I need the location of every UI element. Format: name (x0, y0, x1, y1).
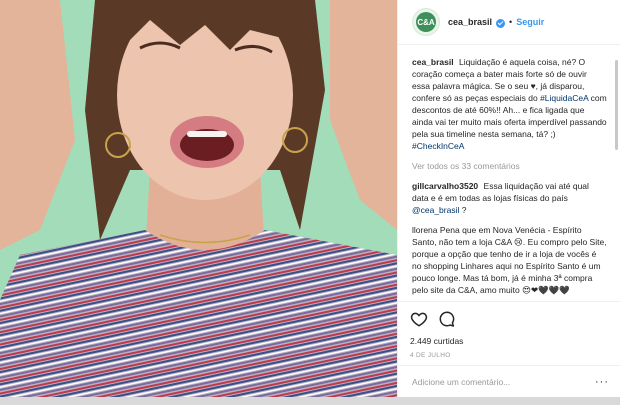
post-sidebar: C&A cea_brasil • Seguir cea_brasil Liqui… (397, 0, 620, 397)
list-item: llorena Pena que em Nova Venécia - Espír… (412, 224, 607, 296)
heart-icon[interactable] (410, 310, 428, 328)
comments-scrollbar[interactable] (615, 60, 618, 150)
comment-icon[interactable] (438, 310, 456, 328)
likes-count[interactable]: 2.449 curtidas (410, 336, 609, 346)
avatar[interactable]: C&A (412, 8, 440, 36)
comment-suffix: ? (461, 205, 467, 215)
post-caption: cea_brasil Liquidação é aquela coisa, né… (412, 56, 607, 152)
separator-dot: • (509, 17, 513, 27)
comment-mention[interactable]: @cea_brasil (412, 205, 459, 215)
post-date: 4 DE JULHO (410, 352, 451, 359)
ellipsis-icon[interactable]: ··· (595, 376, 609, 388)
window-bottom-bar (0, 397, 620, 405)
post-photo-illustration (0, 0, 397, 397)
post-header: C&A cea_brasil • Seguir (398, 0, 620, 45)
add-comment-bar: ··· (398, 365, 620, 397)
action-icons (410, 308, 609, 330)
comments-list[interactable]: cea_brasil Liquidação é aquela coisa, né… (398, 46, 620, 300)
post-username[interactable]: cea_brasil (448, 17, 492, 27)
list-item: gillcarvalho3520 Essa liquidação vai até… (412, 180, 607, 216)
likes-label: curtidas (433, 336, 464, 346)
comment-text: llorena Pena que em Nova Venécia - Espír… (412, 225, 607, 295)
verified-icon (496, 18, 506, 28)
caption-username[interactable]: cea_brasil (412, 57, 454, 67)
post-photo[interactable] (0, 0, 397, 397)
follow-button[interactable]: Seguir (516, 17, 544, 27)
comment-username[interactable]: gillcarvalho3520 (412, 181, 478, 191)
avatar-logo: C&A (416, 12, 436, 32)
view-all-comments-link[interactable]: Ver todos os 33 comentários (412, 160, 607, 172)
likes-number: 2.449 (410, 336, 432, 346)
comment-input[interactable] (412, 376, 595, 387)
hashtag-liquidacea[interactable]: #LiquidaCeA (540, 93, 588, 103)
post-actions: 2.449 curtidas 4 DE JULHO (398, 301, 620, 359)
hashtag-checkincea[interactable]: #CheckInCeA (412, 141, 464, 151)
